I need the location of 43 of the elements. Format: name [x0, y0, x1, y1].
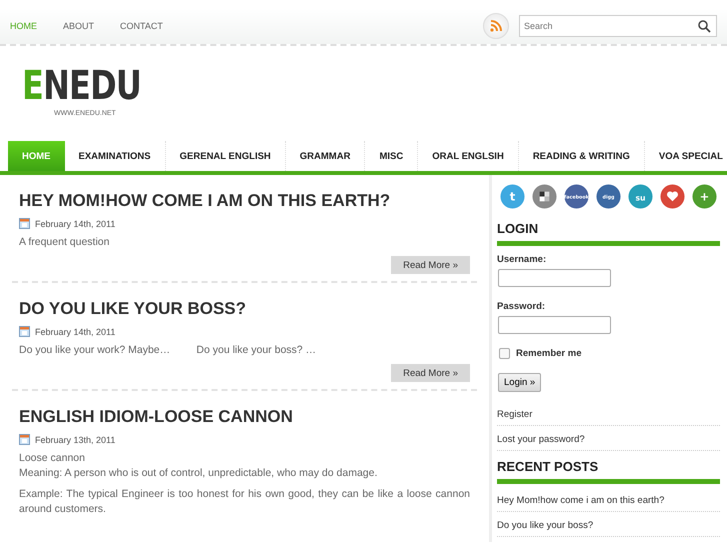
password-field[interactable]: [498, 316, 611, 334]
post-title[interactable]: HEY MOM!HOW COME I AM ON THIS EARTH?: [19, 191, 470, 211]
rss-icon: [490, 20, 502, 32]
remember-checkbox[interactable]: [499, 348, 510, 359]
widget-heading: RECENT POSTS: [497, 459, 600, 474]
calendar-icon: [19, 218, 30, 229]
calendar-icon: [19, 434, 30, 445]
nav-tab[interactable]: VOA SPECIAL: [644, 141, 727, 171]
nav-tab[interactable]: GERENAL ENGLISH: [166, 141, 286, 171]
post-date: February 13th, 2011: [35, 434, 116, 444]
post-excerpt: Loose cannon Meaning: A person who is out of control, unpredictable, who may do damage.: [19, 451, 378, 481]
username-label: Username:: [497, 254, 546, 265]
nav-tab[interactable]: EXAMINATIONS: [64, 141, 166, 171]
nav-tab[interactable]: READING & WRITING: [518, 141, 645, 171]
nav-tab[interactable]: MISC: [365, 141, 418, 171]
top-menu-link[interactable]: ABOUT: [63, 21, 94, 31]
post-date: February 14th, 2011: [35, 326, 116, 336]
rss-button[interactable]: [483, 13, 509, 39]
recent-post-link[interactable]: Do you like your boss?: [497, 517, 720, 537]
login-button[interactable]: Login »: [498, 373, 542, 392]
password-label: Password:: [497, 301, 546, 312]
post-excerpt: A frequent question: [19, 235, 110, 250]
remember-label: Remember me: [516, 348, 582, 359]
username-field[interactable]: [498, 269, 611, 287]
recent-post-link[interactable]: Hey Mom!how come i am on this earth?: [497, 492, 720, 512]
social-share-icon[interactable]: [532, 184, 557, 209]
top-menu-link[interactable]: CONTACT: [120, 21, 163, 31]
search-icon[interactable]: [698, 20, 711, 33]
post-title[interactable]: DO YOU LIKE YOUR BOSS?: [19, 299, 470, 319]
search-field[interactable]: Search: [519, 15, 717, 37]
nav-tab[interactable]: ORAL ENGLSIH: [418, 141, 519, 171]
post-title[interactable]: ENGLISH IDIOM-LOOSE CANNON: [19, 407, 470, 427]
read-more-button[interactable]: Read More »: [391, 364, 470, 382]
nav-tab[interactable]: GRAMMAR: [286, 141, 366, 171]
calendar-icon: [19, 326, 30, 337]
widget-heading: LOGIN: [497, 221, 540, 236]
account-link[interactable]: Register: [497, 406, 720, 426]
site-logo[interactable]: ENEDU: [22, 66, 142, 106]
post-excerpt: Example: The typical Engineer is too honest for his own good, they can be like a loose cannon around customers.: [19, 487, 470, 517]
read-more-button[interactable]: Read More »: [391, 256, 470, 274]
post-excerpt: Do you like your work? Maybe… Do you like your boss? …: [19, 343, 318, 358]
account-link[interactable]: Lost your password?: [497, 431, 720, 451]
post-date: February 14th, 2011: [35, 218, 116, 228]
